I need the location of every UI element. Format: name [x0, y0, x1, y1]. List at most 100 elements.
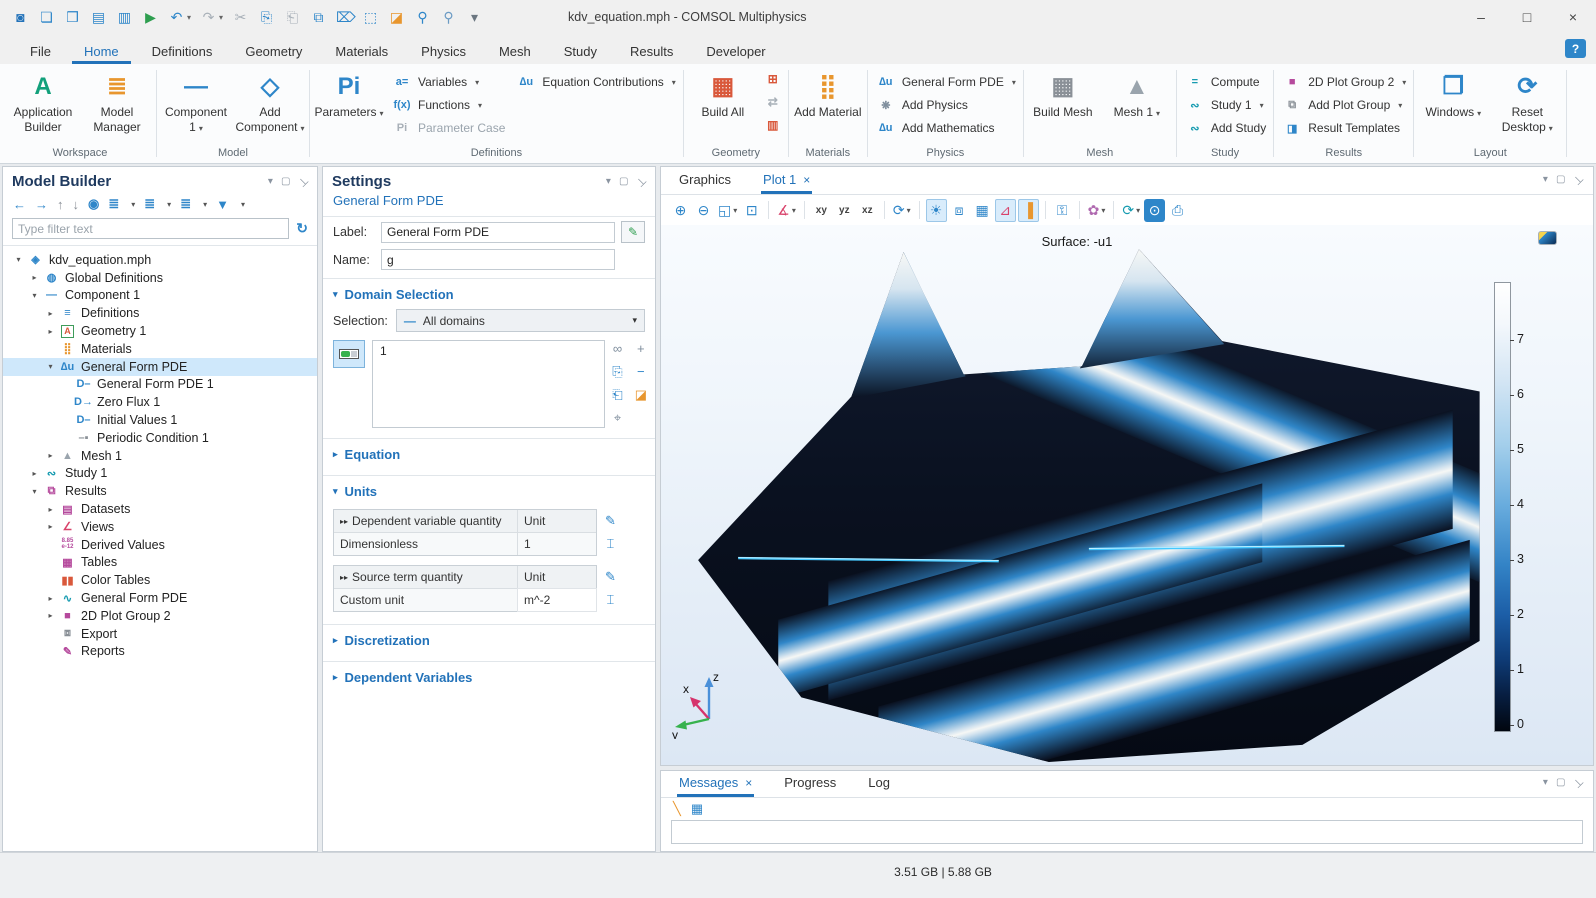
zoom-extents-icon[interactable]: ⊡ — [741, 199, 762, 222]
redo-icon-dropdown[interactable]: ▾ — [219, 13, 223, 22]
section-units[interactable]: ▾ Units — [323, 475, 655, 506]
tab-messages[interactable]: Messages× — [677, 775, 754, 797]
tree-node-global-definitions[interactable]: ▸◍Global Definitions — [3, 269, 317, 287]
panel-menu-icon[interactable]: ▾ — [1543, 174, 1548, 185]
menu-tab-mesh[interactable]: Mesh — [487, 39, 543, 64]
tree-node-study-1[interactable]: ▸∾Study 1 — [3, 465, 317, 483]
windows-button[interactable]: ❐Windows▾ — [1417, 66, 1489, 122]
zoom-out-icon[interactable]: ⊖ — [693, 199, 714, 222]
plot-group-button[interactable]: ■2D Plot Group 2▾ — [1281, 73, 1406, 91]
zoom-box-icon[interactable]: ◱▾ — [716, 199, 739, 222]
run-icon[interactable]: ▶ — [142, 9, 159, 26]
menu-tab-physics[interactable]: Physics — [409, 39, 478, 64]
chevron-right-icon[interactable]: ▸ — [43, 327, 58, 336]
edit-table-icon[interactable]: ✎ — [605, 569, 616, 585]
tree-node-general-form-pde-1[interactable]: D–General Form PDE 1 — [3, 376, 317, 394]
work-plane-icon[interactable]: ▥ — [761, 118, 785, 137]
menu-tab-developer[interactable]: Developer — [694, 39, 777, 64]
edit-table-icon[interactable]: ✎ — [605, 513, 616, 529]
graphics-canvas[interactable]: Surface: -u1 — [661, 225, 1593, 765]
section-dependent-variables[interactable]: ▸ Dependent Variables — [323, 661, 655, 692]
add-to-selection-icon[interactable]: + — [637, 342, 645, 356]
tab-log[interactable]: Log — [866, 775, 892, 797]
tree-node-results[interactable]: ▾⧉Results — [3, 482, 317, 500]
source-term-unit-value[interactable]: m^-2 — [518, 589, 596, 611]
clear-messages-icon[interactable]: ╲ — [673, 801, 681, 817]
tree-node-materials[interactable]: ⣿Materials — [3, 340, 317, 358]
show-icon[interactable]: ◉ — [88, 196, 99, 212]
collapse-all-icon-dropdown[interactable]: ▾ — [167, 200, 171, 209]
tree-node-views[interactable]: ▸∠Views — [3, 518, 317, 536]
zoom-to-selection-icon[interactable]: ⌖ — [614, 411, 621, 425]
model-tree-nodes-icon-dropdown[interactable]: ▾ — [203, 200, 207, 209]
panel-float-icon[interactable]: ▢ — [1556, 777, 1565, 788]
cut-icon[interactable]: ✂ — [232, 9, 249, 26]
tree-node-export[interactable]: ⧈Export — [3, 625, 317, 643]
message-table-icon[interactable]: ▦ — [691, 801, 703, 817]
chevron-right-icon[interactable]: ▸ — [43, 611, 58, 620]
close-button[interactable]: × — [1550, 0, 1596, 34]
clear-selection-icon[interactable]: ◪ — [388, 9, 405, 26]
expand-all-icon[interactable]: ≣ — [108, 196, 119, 212]
expand-all-icon-dropdown[interactable]: ▾ — [131, 200, 135, 209]
close-tab-icon[interactable]: × — [745, 776, 752, 790]
sync-geometry-icon[interactable]: ⇄ — [761, 95, 785, 114]
menu-tab-definitions[interactable]: Definitions — [140, 39, 225, 64]
equation-contributions-button[interactable]: ∆uEquation Contributions▾ — [515, 73, 675, 91]
insert-sequence-icon[interactable]: ⊞ — [761, 72, 785, 91]
parameters-button[interactable]: PiParameters▾ — [313, 66, 385, 122]
tree-node-results-general-form-pde[interactable]: ▸∿General Form PDE — [3, 589, 317, 607]
remove-from-selection-icon[interactable]: − — [637, 365, 645, 379]
tab-plot-1[interactable]: Plot 1× — [761, 172, 812, 194]
domain-selection-list[interactable]: 1 — [372, 340, 605, 428]
new-file-icon[interactable]: ❏ — [38, 9, 55, 26]
rename-icon[interactable]: ✎ — [621, 221, 645, 243]
collapse-all-icon[interactable]: ≣ — [144, 196, 155, 212]
view-yz-icon[interactable]: yz — [834, 199, 855, 222]
tree-node-definitions[interactable]: ▸≡Definitions — [3, 304, 317, 322]
maximize-button[interactable]: □ — [1504, 0, 1550, 34]
add-mathematics-button[interactable]: ∆uAdd Mathematics — [875, 119, 1016, 137]
duplicate-icon[interactable]: ⧉ — [310, 9, 327, 26]
chevron-down-icon[interactable]: ▾ — [43, 362, 58, 371]
search-results-icon[interactable]: ⚲ — [440, 9, 457, 26]
open-icon[interactable]: ❒ — [64, 9, 81, 26]
component-1-button[interactable]: —Component 1▾ — [160, 66, 232, 136]
lock-axes-icon[interactable]: ⚿ — [1052, 199, 1073, 222]
domain-list-item[interactable]: 1 — [380, 344, 597, 358]
messages-output[interactable] — [671, 820, 1583, 844]
tab-progress[interactable]: Progress — [782, 775, 838, 797]
move-up-icon[interactable]: ↑ — [57, 197, 64, 212]
scene-light-icon[interactable]: ☀ — [926, 199, 947, 222]
panel-float-icon[interactable]: ▢ — [281, 176, 290, 187]
panel-pin-icon[interactable]: ⊤ — [1570, 775, 1586, 791]
model-manager-button[interactable]: ≣Model Manager — [81, 66, 153, 134]
refresh-icon[interactable]: ↻ — [296, 220, 308, 237]
tree-node-tables[interactable]: ▦Tables — [3, 554, 317, 572]
tab-graphics[interactable]: Graphics — [677, 172, 733, 194]
build-mesh-button[interactable]: ▦Build Mesh — [1027, 66, 1099, 120]
panel-float-icon[interactable]: ▢ — [1556, 174, 1565, 185]
chevron-right-icon[interactable]: ▸ — [43, 522, 58, 531]
tree-node-derived-values[interactable]: 8.85 e-12Derived Values — [3, 536, 317, 554]
tree-node-component-1[interactable]: ▾—Component 1 — [3, 287, 317, 305]
paste-selection-icon[interactable]: ⎗ — [612, 388, 622, 402]
zoom-in-icon[interactable]: ⊕ — [670, 199, 691, 222]
add-physics-button[interactable]: ❋Add Physics — [875, 96, 1016, 114]
chevron-down-icon[interactable]: ▾ — [27, 487, 42, 496]
tree-node-mesh-1[interactable]: ▸▲Mesh 1 — [3, 447, 317, 465]
move-down-icon[interactable]: ↓ — [73, 197, 80, 212]
dependent-variable-quantity-table[interactable]: ▸▸ Dependent variable quantity Unit Dime… — [333, 509, 597, 556]
toolbar-options-icon[interactable]: ▾ — [466, 9, 483, 26]
forward-icon[interactable]: → — [35, 197, 48, 212]
reset-desktop-button[interactable]: ⟳Reset Desktop▾ — [1491, 66, 1563, 136]
menu-tab-results[interactable]: Results — [618, 39, 685, 64]
chevron-down-icon[interactable]: ▾ — [11, 255, 26, 264]
tree-node-initial-values-1[interactable]: D–Initial Values 1 — [3, 411, 317, 429]
save-as-icon[interactable]: ▥ — [116, 9, 133, 26]
study-1-button[interactable]: ∾Study 1▾ — [1184, 96, 1266, 114]
undo-icon-dropdown[interactable]: ▾ — [187, 13, 191, 22]
dependent-variable-unit-value[interactable]: 1 — [518, 533, 596, 555]
panel-float-icon[interactable]: ▢ — [619, 176, 628, 187]
chevron-right-icon[interactable]: ▸ — [43, 505, 58, 514]
